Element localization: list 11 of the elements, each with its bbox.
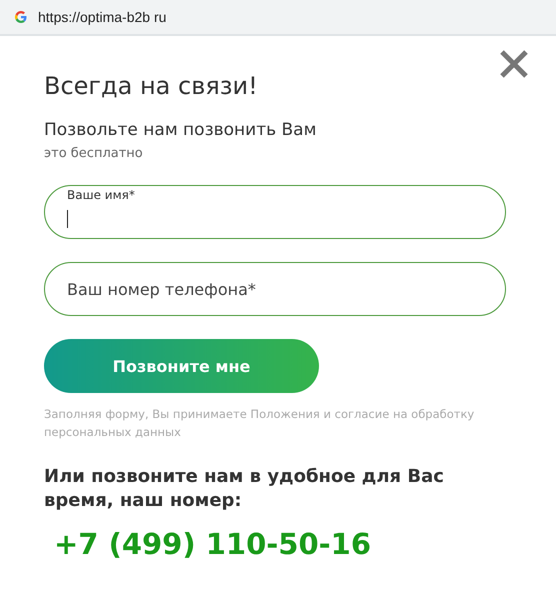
phone-number[interactable]: +7 (499) 110-50-16 xyxy=(54,527,512,561)
input-field[interactable]: Ваше имя* xyxy=(44,185,506,239)
consent-text: Заполняя форму, Вы принимаете Положения и согласие на обработку персональных данных xyxy=(44,406,476,441)
note-text: это бесплатно xyxy=(44,146,144,161)
url-text[interactable]: https://optima-b2b ru xyxy=(38,9,166,25)
subtitle: Позвольте нам позвонить Вам xyxy=(44,120,318,140)
call-us-text: Или позвоните нам в удобное для Вас время, наш номер: xyxy=(44,465,445,513)
google-icon xyxy=(14,10,28,24)
close-icon[interactable] xyxy=(498,48,530,80)
dialog-title: Всегда на связи! xyxy=(44,71,259,100)
input-field[interactable]: Ваш номер телефона* xyxy=(44,262,506,316)
